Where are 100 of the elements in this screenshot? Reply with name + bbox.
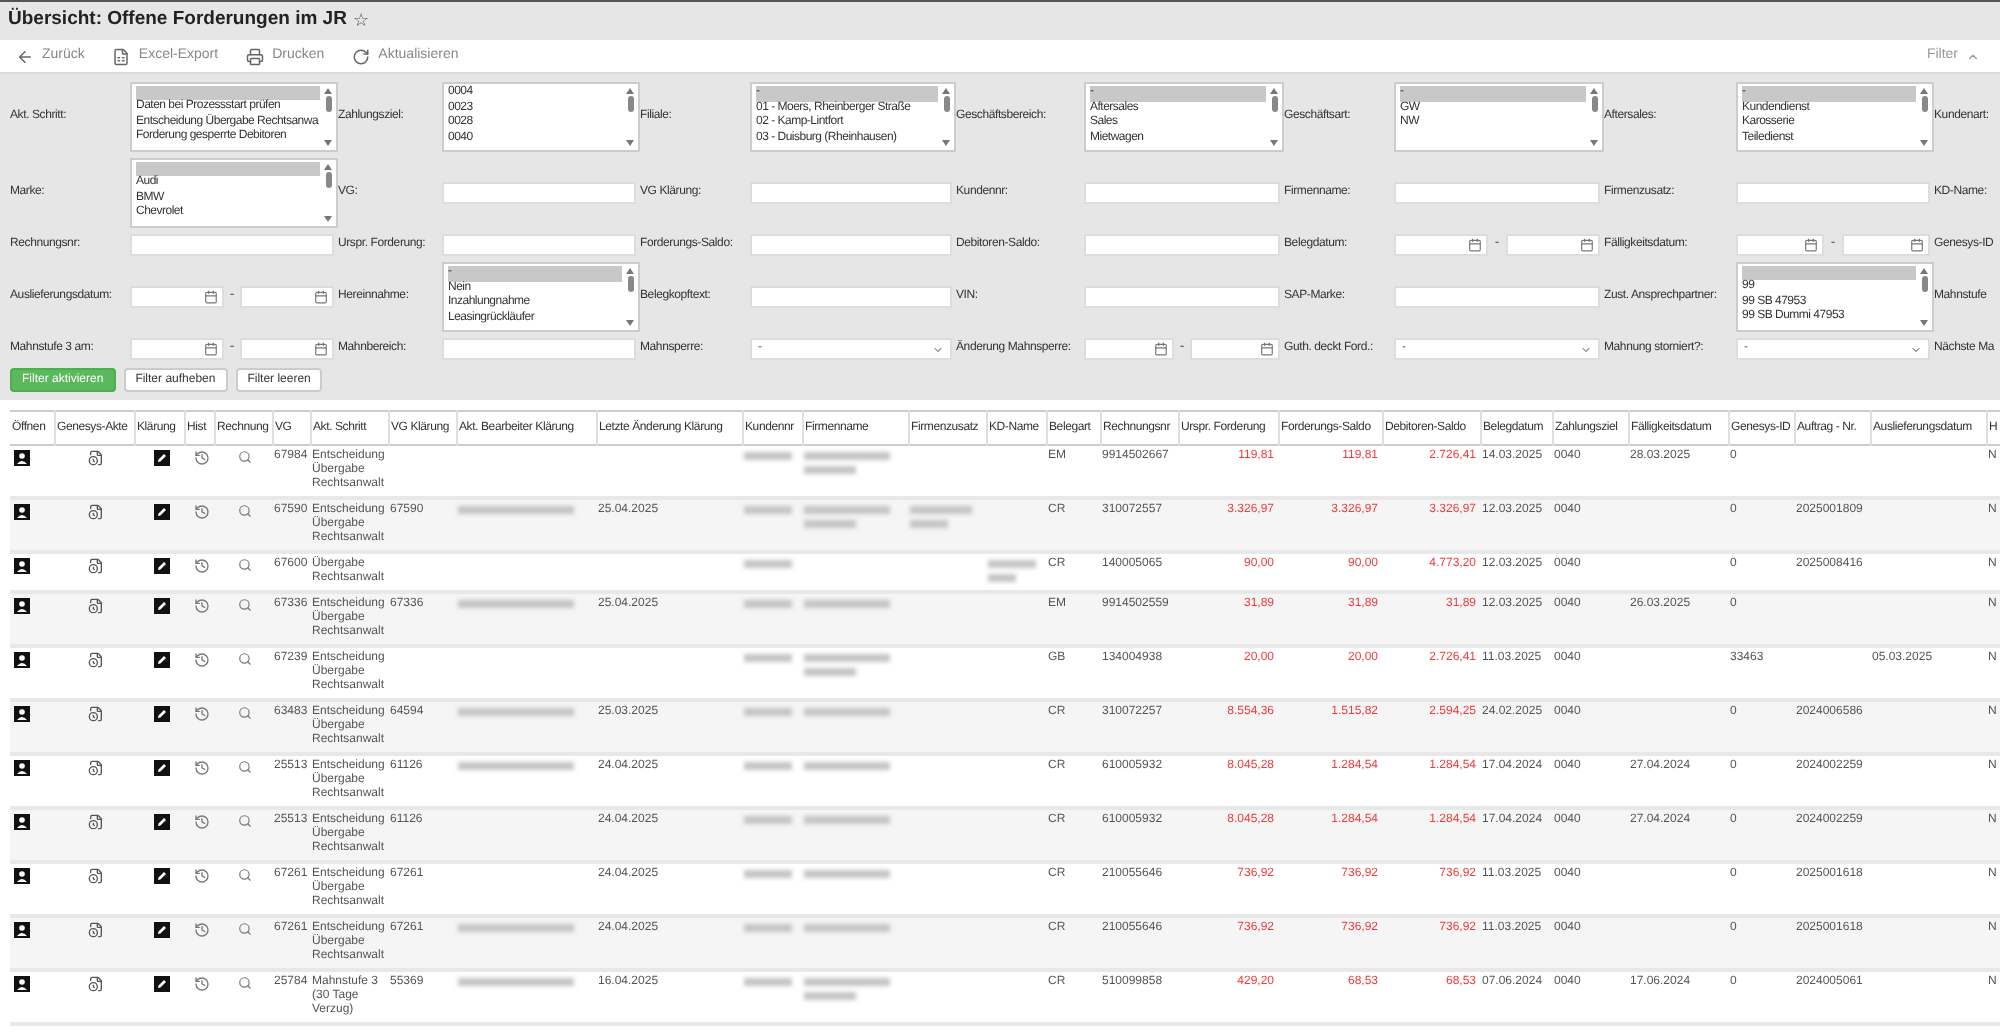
chevron-down-icon xyxy=(932,343,944,355)
input-field[interactable] xyxy=(1394,286,1600,308)
edit-icon[interactable] xyxy=(153,598,169,614)
scrollbar[interactable] xyxy=(940,88,952,146)
file-clock-icon[interactable] xyxy=(88,504,104,520)
history-icon[interactable] xyxy=(193,976,209,992)
date-field[interactable] xyxy=(1190,338,1280,360)
date-field[interactable] xyxy=(240,286,334,308)
input-field[interactable] xyxy=(750,286,952,308)
file-clock-icon[interactable] xyxy=(88,868,104,884)
scrollbar[interactable] xyxy=(322,164,334,222)
file-clock-icon[interactable] xyxy=(88,976,104,992)
file-clock-icon[interactable] xyxy=(88,450,104,466)
edit-icon[interactable] xyxy=(153,652,169,668)
date-field[interactable] xyxy=(1505,234,1600,256)
input-field[interactable] xyxy=(1394,182,1600,204)
input-field[interactable] xyxy=(130,234,334,256)
edit-icon[interactable] xyxy=(153,504,169,520)
page-title: Übersicht: Offene Forderungen im JR xyxy=(8,6,347,35)
history-icon[interactable] xyxy=(193,814,209,830)
input-field[interactable] xyxy=(1736,182,1930,204)
edit-icon[interactable] xyxy=(153,450,169,466)
file-clock-icon[interactable] xyxy=(88,922,104,938)
contact-card-icon[interactable] xyxy=(14,450,30,466)
date-field[interactable] xyxy=(130,286,224,308)
input-field[interactable] xyxy=(442,234,636,256)
scrollbar[interactable] xyxy=(1918,268,1930,326)
search-icon[interactable] xyxy=(238,652,252,666)
favorite-star[interactable]: ☆ xyxy=(352,7,369,35)
contact-card-icon[interactable] xyxy=(14,922,30,938)
history-icon[interactable] xyxy=(193,558,209,574)
calendar-icon xyxy=(1260,342,1274,356)
contact-card-icon[interactable] xyxy=(14,598,30,614)
date-field[interactable] xyxy=(1736,234,1825,256)
calendar-icon xyxy=(203,342,218,356)
calendar-icon xyxy=(1153,342,1168,356)
search-icon[interactable] xyxy=(238,706,252,720)
scrollbar[interactable] xyxy=(1268,88,1280,146)
input-field[interactable] xyxy=(750,182,952,204)
history-icon[interactable] xyxy=(193,868,209,884)
contact-card-icon[interactable] xyxy=(14,976,30,992)
contact-card-icon[interactable] xyxy=(14,760,30,776)
scrollbar[interactable] xyxy=(624,268,636,326)
file-clock-icon[interactable] xyxy=(88,814,104,830)
file-clock-icon[interactable] xyxy=(88,760,104,776)
contact-card-icon[interactable] xyxy=(14,814,30,830)
search-icon[interactable] xyxy=(238,450,252,464)
input-field[interactable] xyxy=(442,338,636,360)
contact-card-icon[interactable] xyxy=(14,558,30,574)
input-field[interactable] xyxy=(1084,286,1280,308)
contact-card-icon[interactable] xyxy=(14,706,30,722)
calendar-icon xyxy=(1910,238,1924,252)
calendar-icon xyxy=(314,342,328,356)
search-icon[interactable] xyxy=(238,598,252,612)
file-clock-icon[interactable] xyxy=(88,558,104,574)
scrollbar[interactable] xyxy=(1588,88,1600,146)
input-field[interactable] xyxy=(750,234,952,256)
scrollbar[interactable] xyxy=(624,88,636,146)
edit-icon[interactable] xyxy=(153,868,169,884)
date-field[interactable] xyxy=(240,338,334,360)
search-icon[interactable] xyxy=(238,922,252,936)
search-icon[interactable] xyxy=(238,814,252,828)
search-icon[interactable] xyxy=(238,976,252,990)
date-field[interactable] xyxy=(1841,234,1930,256)
edit-icon[interactable] xyxy=(153,706,169,722)
file-clock-icon[interactable] xyxy=(88,652,104,668)
edit-icon[interactable] xyxy=(153,760,169,776)
file-clock-icon[interactable] xyxy=(88,706,104,722)
chevron-up-icon xyxy=(1966,49,1980,63)
contact-card-icon[interactable] xyxy=(14,504,30,520)
input-field[interactable] xyxy=(442,182,636,204)
history-icon[interactable] xyxy=(193,504,209,520)
edit-icon[interactable] xyxy=(153,976,169,992)
input-field[interactable] xyxy=(1084,234,1280,256)
date-field[interactable] xyxy=(130,338,224,360)
history-icon[interactable] xyxy=(193,760,209,776)
printer-icon xyxy=(246,47,265,65)
history-icon[interactable] xyxy=(193,706,209,722)
edit-icon[interactable] xyxy=(153,922,169,938)
edit-icon[interactable] xyxy=(153,814,169,830)
search-icon[interactable] xyxy=(238,760,252,774)
scrollbar[interactable] xyxy=(322,88,334,146)
refresh-icon xyxy=(352,47,371,65)
date-field[interactable] xyxy=(1084,338,1174,360)
history-icon[interactable] xyxy=(193,652,209,668)
contact-card-icon[interactable] xyxy=(14,652,30,668)
input-field[interactable] xyxy=(1084,182,1280,204)
search-icon[interactable] xyxy=(238,504,252,518)
scrollbar[interactable] xyxy=(1918,88,1930,146)
history-icon[interactable] xyxy=(193,922,209,938)
history-icon[interactable] xyxy=(193,598,209,614)
contact-card-icon[interactable] xyxy=(14,868,30,884)
search-icon[interactable] xyxy=(238,868,252,882)
history-icon[interactable] xyxy=(193,450,209,466)
search-icon[interactable] xyxy=(238,558,252,572)
edit-icon[interactable] xyxy=(153,558,169,574)
chevron-down-icon xyxy=(1580,343,1592,355)
date-field[interactable] xyxy=(1394,234,1489,256)
calendar-icon xyxy=(314,290,328,304)
file-clock-icon[interactable] xyxy=(88,598,104,614)
